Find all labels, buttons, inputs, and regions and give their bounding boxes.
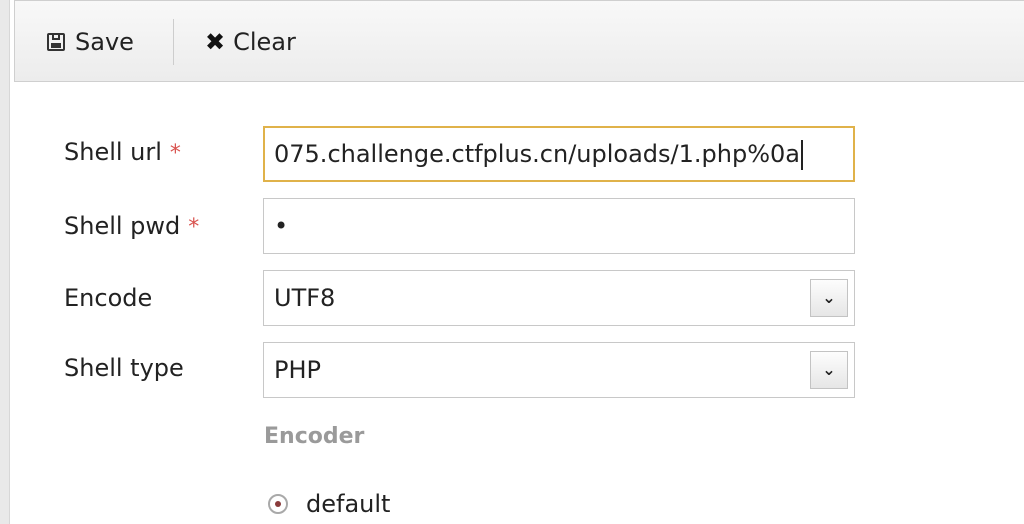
chevron-down-icon[interactable]: ⌄ bbox=[810, 351, 848, 389]
toolbar-separator bbox=[173, 19, 174, 65]
shell-pwd-input[interactable]: • bbox=[263, 198, 855, 254]
chevron-down-icon[interactable]: ⌄ bbox=[810, 279, 848, 317]
left-panel-edge bbox=[0, 0, 10, 524]
encode-select[interactable]: UTF8 ⌄ bbox=[263, 270, 855, 326]
x-icon: ✖ bbox=[205, 28, 226, 56]
shell-pwd-value: • bbox=[274, 212, 289, 240]
shell-type-value: PHP bbox=[274, 356, 321, 384]
encode-label-text: Encode bbox=[64, 284, 153, 312]
floppy-disk-icon bbox=[47, 33, 65, 51]
encoder-option-label: default bbox=[306, 490, 391, 518]
radio-selected-icon[interactable] bbox=[268, 494, 288, 514]
shell-url-input[interactable]: 075.challenge.ctfplus.cn/uploads/1.php%0… bbox=[263, 126, 855, 182]
text-caret bbox=[800, 140, 803, 170]
encoder-option-default[interactable]: default bbox=[268, 490, 390, 518]
encode-label: Encode bbox=[64, 284, 152, 312]
clear-button-label: Clear bbox=[233, 28, 296, 56]
required-mark: * bbox=[169, 141, 181, 166]
shell-url-label: Shell url * bbox=[64, 138, 181, 166]
save-button-label: Save bbox=[75, 28, 134, 56]
shell-type-select[interactable]: PHP ⌄ bbox=[263, 342, 855, 398]
clear-button[interactable]: ✖ Clear bbox=[205, 25, 296, 59]
shell-pwd-label: Shell pwd * bbox=[64, 212, 199, 240]
shell-type-label-text: Shell type bbox=[64, 354, 184, 382]
shell-url-value: 075.challenge.ctfplus.cn/uploads/1.php%0… bbox=[274, 140, 800, 168]
shell-type-label: Shell type bbox=[64, 354, 184, 382]
encode-value: UTF8 bbox=[274, 284, 336, 312]
encoder-section-title: Encoder bbox=[264, 424, 365, 449]
required-mark: * bbox=[188, 215, 200, 240]
shell-url-label-text: Shell url bbox=[64, 138, 162, 166]
save-button[interactable]: Save bbox=[47, 25, 134, 59]
toolbar: Save ✖ Clear bbox=[14, 0, 1024, 82]
shell-pwd-label-text: Shell pwd bbox=[64, 212, 181, 240]
